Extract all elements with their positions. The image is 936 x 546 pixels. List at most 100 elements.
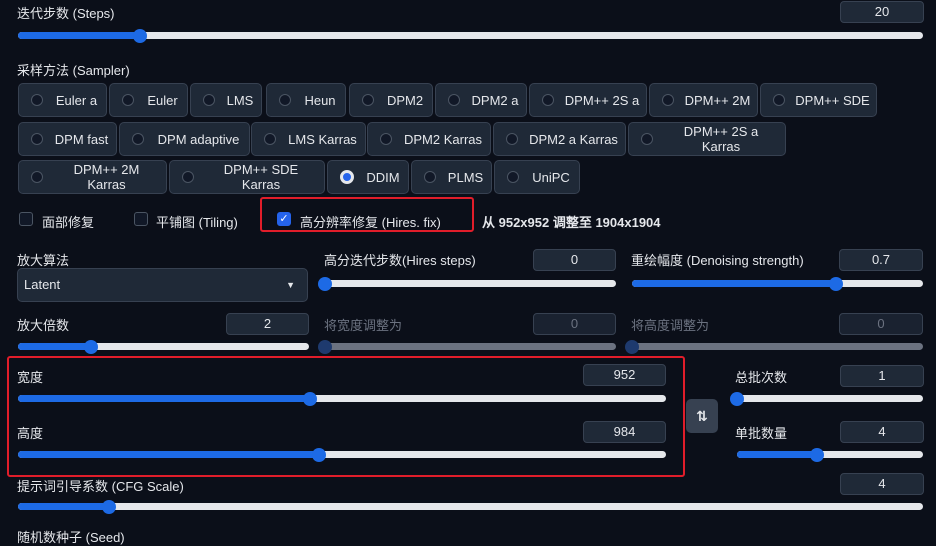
upscaler-label: 放大算法	[17, 253, 70, 268]
tiling-label: 平铺图 (Tiling)	[156, 215, 238, 230]
steps-input[interactable]: 20	[840, 1, 924, 23]
sampler-option[interactable]: DPM2 a	[435, 83, 527, 117]
denoising-input[interactable]: 0.7	[839, 249, 923, 271]
steps-slider[interactable]	[18, 28, 923, 43]
radio-dot	[279, 94, 291, 106]
sampler-option[interactable]: Heun	[266, 83, 346, 117]
sampler-option[interactable]: DPM++ 2S a Karras	[628, 122, 786, 156]
sampler-option[interactable]: PLMS	[411, 160, 492, 194]
sampler-option-label: DPM2 Karras	[403, 131, 483, 147]
sampler-option-label: DDIM	[366, 169, 400, 185]
cfg-scale-label: 提示词引导系数 (CFG Scale)	[17, 479, 184, 494]
sampler-option-label: Heun	[304, 92, 336, 108]
resize-width-label: 将宽度调整为	[324, 318, 403, 333]
slider-fill	[18, 343, 91, 350]
slider-thumb[interactable]	[133, 28, 148, 43]
resize-width-slider[interactable]	[318, 339, 616, 354]
sampler-option[interactable]: DPM++ 2M Karras	[18, 160, 167, 194]
sampler-option[interactable]: DPM++ SDE Karras	[169, 160, 325, 194]
hires-steps-slider[interactable]	[318, 276, 616, 291]
sampler-option-label: LMS Karras	[288, 131, 357, 147]
radio-dot	[132, 133, 144, 145]
sampler-option-label: DPM++ 2M	[684, 92, 751, 108]
resize-height-slider[interactable]	[625, 339, 923, 354]
sampler-option-label: DPM fast	[54, 131, 109, 147]
resize-width-input[interactable]: 0	[533, 313, 616, 335]
sampler-option[interactable]: DPM++ SDE	[760, 83, 877, 117]
radio-dot	[340, 170, 354, 184]
seed-label: 随机数种子 (Seed)	[17, 530, 125, 545]
batch-count-slider[interactable]	[730, 391, 923, 406]
radio-dot	[362, 94, 374, 106]
radio-dot	[662, 94, 674, 106]
sampler-option[interactable]: DPM adaptive	[119, 122, 250, 156]
radio-dot	[448, 94, 460, 106]
face-restore-label: 面部修复	[42, 215, 95, 230]
hires-steps-input[interactable]: 0	[533, 249, 616, 271]
sampler-option-label: DPM adaptive	[157, 131, 240, 147]
radio-dot	[264, 133, 276, 145]
sampler-option[interactable]: DPM2 a Karras	[493, 122, 626, 156]
upscale-by-input[interactable]: 2	[226, 313, 309, 335]
sampler-option[interactable]: DPM2	[349, 83, 433, 117]
slider-thumb[interactable]	[625, 339, 639, 354]
slider-thumb[interactable]	[101, 499, 116, 514]
sampler-option-label: DPM2	[386, 92, 424, 108]
batch-size-slider[interactable]	[737, 447, 923, 462]
denoising-slider[interactable]	[632, 276, 923, 291]
upscale-by-slider[interactable]	[18, 339, 309, 354]
cfg-scale-input[interactable]: 4	[840, 473, 924, 495]
sampler-option[interactable]: DPM2 Karras	[367, 122, 491, 156]
radio-dot	[31, 171, 43, 183]
sampler-option[interactable]: DPM++ 2S a	[529, 83, 647, 117]
radio-dot	[424, 171, 436, 183]
radio-dot	[182, 171, 194, 183]
sampler-option[interactable]: DPM++ 2M	[649, 83, 758, 117]
batch-count-input[interactable]: 1	[840, 365, 924, 387]
sampler-label: 采样方法 (Sampler)	[17, 63, 130, 78]
radio-dot	[542, 94, 554, 106]
radio-dot	[31, 94, 43, 106]
upscaler-select[interactable]: Latent ▼	[17, 268, 308, 302]
sampler-option[interactable]: DPM fast	[18, 122, 117, 156]
sampler-option-label: DPM++ 2M Karras	[73, 162, 140, 192]
radio-dot	[641, 133, 653, 145]
slider-fill	[737, 451, 817, 458]
slider-thumb[interactable]	[809, 447, 824, 462]
sampler-option[interactable]: UniPC	[494, 160, 580, 194]
sampler-option-label: Euler	[147, 92, 178, 108]
sampler-option[interactable]: LMS	[190, 83, 262, 117]
resize-height-label: 将高度调整为	[631, 318, 710, 333]
sampler-option[interactable]: Euler	[109, 83, 188, 117]
tiling-checkbox[interactable]	[134, 212, 148, 226]
resize-height-input[interactable]: 0	[839, 313, 923, 335]
highlight-box-hires	[260, 197, 474, 232]
sampler-option[interactable]: Euler a	[18, 83, 107, 117]
cfg-scale-slider[interactable]	[18, 499, 923, 514]
swap-vertical-icon: ⇅	[696, 408, 708, 424]
sampler-option-label: DPM2 a	[471, 92, 519, 108]
sampler-option-label: LMS	[226, 92, 254, 108]
slider-fill	[18, 32, 141, 39]
radio-dot	[380, 133, 392, 145]
sampler-option-label: PLMS	[447, 169, 484, 185]
slider-fill	[18, 503, 109, 510]
upscaler-value: Latent	[24, 277, 61, 292]
slider-thumb[interactable]	[318, 339, 332, 354]
radio-dot	[31, 133, 43, 145]
sampler-option-label: Euler a	[55, 92, 98, 108]
sampler-option-label: UniPC	[532, 169, 570, 185]
denoising-label: 重绘幅度 (Denoising strength)	[631, 253, 804, 268]
radio-dot	[506, 133, 518, 145]
upscale-by-label: 放大倍数	[17, 318, 70, 333]
batch-size-input[interactable]: 4	[840, 421, 924, 443]
face-restore-checkbox[interactable]	[19, 212, 33, 226]
slider-thumb[interactable]	[730, 391, 744, 406]
caret-down-icon: ▼	[286, 280, 295, 290]
sampler-option[interactable]: LMS Karras	[251, 122, 366, 156]
slider-thumb[interactable]	[318, 276, 332, 291]
swap-dimensions-button[interactable]: ⇅	[686, 399, 718, 433]
slider-thumb[interactable]	[828, 276, 843, 291]
slider-thumb[interactable]	[83, 339, 98, 354]
sampler-option[interactable]: DDIM	[327, 160, 409, 194]
